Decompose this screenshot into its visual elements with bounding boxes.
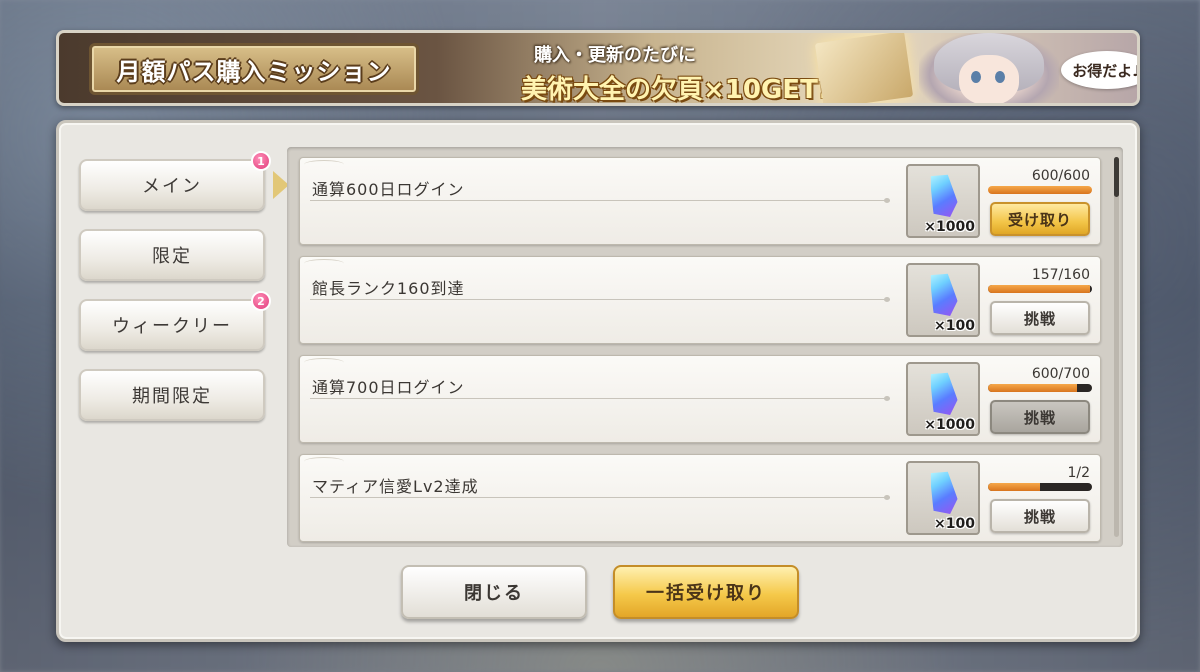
tab-label: ウィークリー xyxy=(112,316,232,337)
claim-all-button[interactable]: 一括受け取り xyxy=(613,565,799,619)
challenge-button[interactable]: 挑戦 xyxy=(990,499,1090,533)
progress-text: 1/2 xyxy=(1067,465,1090,481)
mission-card: マティア信愛Lv2達成 ×100 1/2 挑戦 xyxy=(299,454,1101,542)
character-portrait xyxy=(919,33,1059,103)
challenge-button[interactable]: 挑戦 xyxy=(990,301,1090,335)
progress-text: 157/160 xyxy=(1031,267,1090,283)
banner-title-plate: 月額パス購入ミッション xyxy=(89,43,419,95)
divider xyxy=(310,297,890,302)
mission-banner: 月額パス購入ミッション 購入・更新のたびに 美術大全の欠頁×10GET!! お得… xyxy=(56,30,1140,106)
crystal-icon xyxy=(926,370,961,418)
reward-quantity: ×100 xyxy=(934,318,975,334)
mission-card: 通算700日ログイン ×1000 600/700 挑戦 xyxy=(299,355,1101,443)
mission-panel: メイン 1 限定 ウィークリー 2 期間限定 通算600日ログイン ×1000 … xyxy=(56,120,1140,642)
reward-quantity: ×1000 xyxy=(924,417,975,433)
tab-label: メイン xyxy=(142,176,202,197)
divider xyxy=(310,495,890,500)
challenge-button-disabled[interactable]: 挑戦 xyxy=(990,400,1090,434)
reward-slot[interactable]: ×100 xyxy=(906,461,980,535)
claim-button[interactable]: 受け取り xyxy=(990,202,1090,236)
divider xyxy=(310,396,890,401)
notification-badge: 1 xyxy=(251,151,271,171)
mission-card: 通算600日ログイン ×1000 600/600 受け取り xyxy=(299,157,1101,245)
progress-bar xyxy=(988,483,1092,491)
mission-title: 館長ランク160到達 xyxy=(312,279,465,298)
notification-badge: 2 xyxy=(251,291,271,311)
tab-period-limited[interactable]: 期間限定 xyxy=(79,369,265,421)
tab-label: 限定 xyxy=(152,246,192,267)
reward-slot[interactable]: ×1000 xyxy=(906,362,980,436)
reward-slot[interactable]: ×1000 xyxy=(906,164,980,238)
crystal-icon xyxy=(926,271,961,319)
reward-quantity: ×1000 xyxy=(924,219,975,235)
banner-title: 月額パス購入ミッション xyxy=(116,57,392,86)
progress-bar xyxy=(988,285,1092,293)
divider xyxy=(310,198,890,203)
scrollbar-thumb[interactable] xyxy=(1114,157,1119,197)
tab-main[interactable]: メイン 1 xyxy=(79,151,271,211)
mission-title: マティア信愛Lv2達成 xyxy=(312,477,479,496)
mission-title: 通算700日ログイン xyxy=(312,378,465,397)
tab-weekly[interactable]: ウィークリー 2 xyxy=(79,291,271,351)
progress-text: 600/700 xyxy=(1031,366,1090,382)
speech-bubble: お得だよ♪ xyxy=(1061,51,1137,89)
mission-title: 通算600日ログイン xyxy=(312,180,465,199)
crystal-icon xyxy=(926,469,961,517)
progress-text: 600/600 xyxy=(1031,168,1090,184)
banner-subtitle-line2: 美術大全の欠頁×10GET!! xyxy=(521,75,842,105)
mission-list[interactable]: 通算600日ログイン ×1000 600/600 受け取り 館長ランク160到達… xyxy=(287,147,1123,547)
art-book-icon xyxy=(814,33,914,103)
mission-card: 館長ランク160到達 ×100 157/160 挑戦 xyxy=(299,256,1101,344)
reward-quantity: ×100 xyxy=(934,516,975,532)
progress-bar xyxy=(988,186,1092,194)
tab-label: 期間限定 xyxy=(132,386,212,407)
tab-limited[interactable]: 限定 xyxy=(79,229,265,281)
crystal-icon xyxy=(926,172,961,220)
reward-slot[interactable]: ×100 xyxy=(906,263,980,337)
close-button[interactable]: 閉じる xyxy=(401,565,587,619)
scrollbar-track[interactable] xyxy=(1114,157,1119,537)
progress-bar xyxy=(988,384,1092,392)
banner-subtitle-line1: 購入・更新のたびに xyxy=(534,45,696,66)
